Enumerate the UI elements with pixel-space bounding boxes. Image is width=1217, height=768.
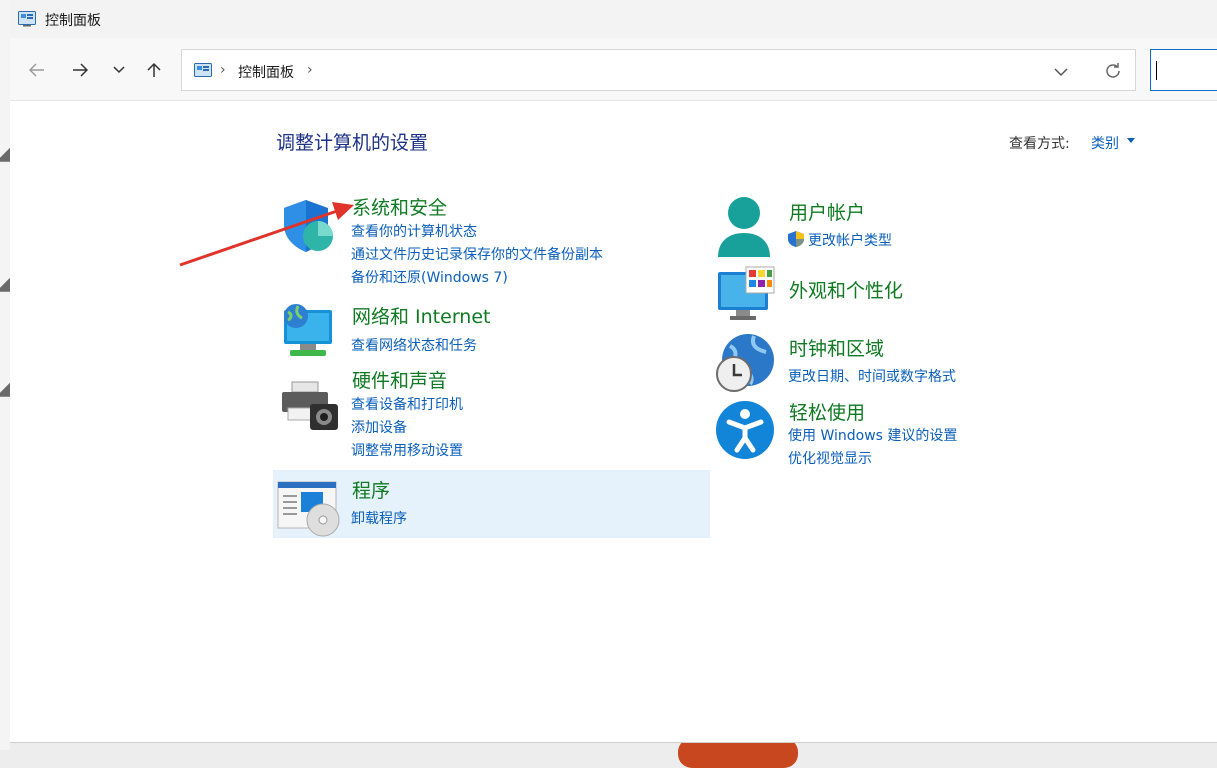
link-file-history-backup[interactable]: 通过文件历史记录保存你的文件备份副本 [351,244,603,264]
forward-arrow-icon [73,63,88,77]
background-window-edge: ◢ ◢ ◢ [0,0,13,750]
control-panel-window: 控制面板 › 控制面板 › 调整计算机的设置 查看方式: 类别 系统和安全 查看… [10,0,1217,743]
page-title: 调整计算机的设置 [276,132,429,154]
link-add-device[interactable]: 添加设备 [351,417,407,437]
category-ease-of-access[interactable]: 轻松使用 [789,398,865,425]
window-title: 控制面板 [45,13,101,29]
shield-icon[interactable] [280,198,336,258]
control-panel-icon [18,11,36,31]
breadcrumb-control-panel[interactable]: 控制面板 [238,62,294,82]
back-button[interactable] [22,55,52,85]
category-hardware-sound[interactable]: 硬件和声音 [352,366,447,393]
uac-shield-icon [787,230,805,252]
annotation-arrow [179,202,354,267]
address-history-button[interactable] [1054,62,1068,81]
link-devices-printers[interactable]: 查看设备和打印机 [351,394,463,414]
search-input[interactable] [1150,49,1217,91]
address-bar[interactable]: › 控制面板 › [181,49,1136,91]
breadcrumb-separator-icon[interactable]: › [307,62,313,78]
user-icon[interactable] [715,195,773,261]
accessibility-icon[interactable] [715,400,775,464]
link-check-computer-status[interactable]: 查看你的计算机状态 [351,221,477,241]
view-by-label: 查看方式: [1009,136,1070,152]
up-arrow-icon [147,62,161,77]
title-bar: 控制面板 [10,0,1217,38]
link-change-account-type[interactable]: 更改帐户类型 [808,230,892,250]
up-button[interactable] [139,55,169,85]
link-mobility-settings[interactable]: 调整常用移动设置 [351,440,463,460]
back-arrow-icon [29,63,44,77]
link-optimize-visual-display[interactable]: 优化视觉显示 [788,448,872,468]
breadcrumb-separator-icon[interactable]: › [220,62,226,78]
printer-camera-icon[interactable] [280,378,340,438]
link-backup-restore[interactable]: 备份和还原(Windows 7) [351,267,508,287]
recent-dropdown-icon [113,66,125,74]
monitor-palette-icon[interactable] [716,266,776,326]
forward-button[interactable] [65,55,95,85]
refresh-button[interactable] [1103,61,1123,85]
link-network-status[interactable]: 查看网络状态和任务 [351,335,477,355]
link-recommended-settings[interactable]: 使用 Windows 建议的设置 [788,425,957,445]
category-user-accounts[interactable]: 用户帐户 [789,198,865,225]
link-change-date-time-format[interactable]: 更改日期、时间或数字格式 [788,366,956,386]
recent-locations-button[interactable] [104,55,134,85]
view-by-caret-icon[interactable] [1127,138,1135,143]
category-appearance-personalization[interactable]: 外观和个性化 [789,276,903,303]
category-network-internet[interactable]: 网络和 Internet [352,302,490,329]
navigation-toolbar: › 控制面板 › [10,38,1217,101]
link-uninstall-program[interactable]: 卸载程序 [351,508,407,528]
category-system-security[interactable]: 系统和安全 [352,193,447,220]
category-clock-region[interactable]: 时钟和区域 [789,334,884,361]
chevron-down-icon [1054,68,1068,77]
refresh-icon [1106,63,1120,78]
program-disc-icon[interactable] [277,478,341,542]
category-programs[interactable]: 程序 [352,476,390,503]
view-by-dropdown[interactable]: 类别 [1091,133,1119,153]
control-panel-icon [194,63,212,83]
globe-monitor-icon[interactable] [278,302,336,364]
globe-clock-icon[interactable] [714,332,776,398]
